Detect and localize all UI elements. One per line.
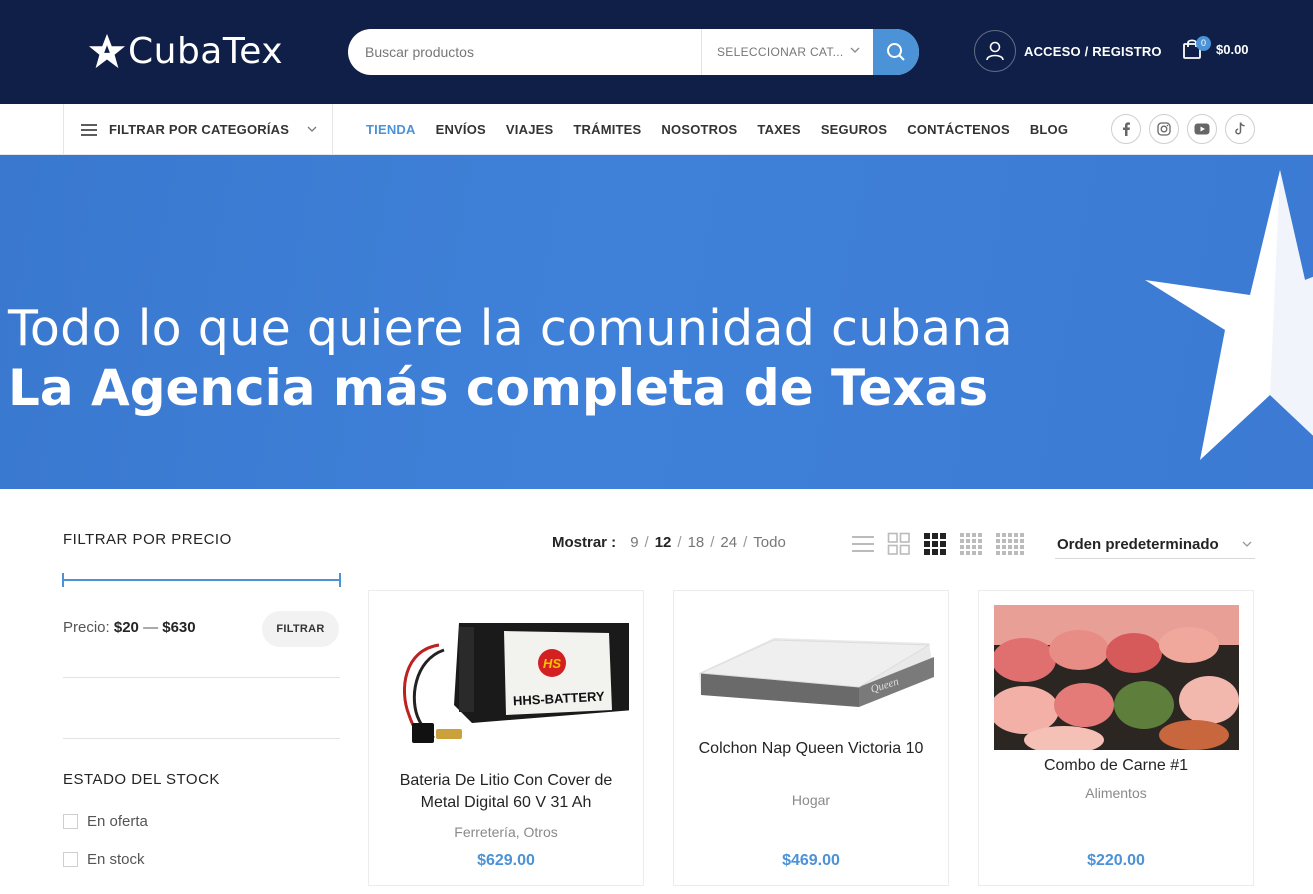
product-image-meat[interactable] xyxy=(994,605,1239,750)
per-page-9[interactable]: 9 xyxy=(630,534,638,551)
checkbox[interactable] xyxy=(63,852,78,867)
hamburger-icon xyxy=(81,123,97,136)
product-card[interactable]: HS HHS-BATTERY Bateria De Litio Con Cove… xyxy=(368,590,644,886)
account-link[interactable]: ACCESO / REGISTRO xyxy=(974,30,1162,72)
stock-option-en-stock[interactable]: En stock xyxy=(63,851,145,868)
product-card[interactable]: Queen Colchon Nap Queen Victoria 10 Hoga… xyxy=(673,590,949,886)
nav-item-contactenos[interactable]: CONTÁCTENOS xyxy=(907,122,1010,137)
hero-banner: Todo lo que quiere la comunidad cubana L… xyxy=(0,155,1313,489)
hero-line-2: La Agencia más completa de Texas xyxy=(8,359,989,417)
separator: / xyxy=(644,534,649,551)
grid-2-icon[interactable] xyxy=(887,532,911,556)
hero-line-1: Todo lo que quiere la comunidad cubana xyxy=(8,300,1014,357)
cart-link[interactable]: 0 $0.00 xyxy=(1182,36,1249,60)
filter-button[interactable]: FILTRAR xyxy=(262,611,339,647)
separator: / xyxy=(710,534,715,551)
main-navbar: FILTRAR POR CATEGORÍAS TIENDA ENVÍOS VIA… xyxy=(0,104,1313,155)
price-filter-title: FILTRAR POR PRECIO xyxy=(63,531,232,548)
facebook-icon[interactable] xyxy=(1111,114,1141,144)
price-max-handle[interactable] xyxy=(339,573,341,587)
nav-item-blog[interactable]: BLOG xyxy=(1030,122,1068,137)
price-range-text: Precio: $20 — $630 xyxy=(63,619,196,636)
search-icon xyxy=(887,43,905,61)
per-page-18[interactable]: 18 xyxy=(688,534,705,551)
site-header: CubaTex SELECCIONAR CAT... ACCESO / REGI… xyxy=(0,0,1313,104)
main-menu: TIENDA ENVÍOS VIAJES TRÁMITES NOSOTROS T… xyxy=(366,104,1088,155)
stock-filter-title: ESTADO DEL STOCK xyxy=(63,771,220,788)
product-name[interactable]: Bateria De Litio Con Cover de Metal Digi… xyxy=(369,770,643,814)
price-max: $630 xyxy=(162,619,196,636)
nav-item-taxes[interactable]: TAXES xyxy=(757,122,800,137)
social-links xyxy=(1111,114,1263,144)
product-category[interactable]: Alimentos xyxy=(979,785,1253,801)
product-price: $220.00 xyxy=(1087,852,1145,869)
account-label: ACCESO / REGISTRO xyxy=(1024,43,1162,59)
search-button[interactable] xyxy=(873,29,919,75)
product-name[interactable]: Colchon Nap Queen Victoria 10 xyxy=(674,738,948,760)
price-min: $20 xyxy=(113,619,139,636)
chevron-down-icon xyxy=(850,47,860,53)
per-page-selector: Mostrar : 9 / 12 / 18 / 24 / Todo xyxy=(552,534,792,551)
divider xyxy=(63,677,340,678)
grid-view-switcher xyxy=(851,532,1037,556)
search-bar: SELECCIONAR CAT... xyxy=(348,29,919,75)
search-input[interactable] xyxy=(348,29,701,75)
category-select-label: SELECCIONAR CAT... xyxy=(717,45,844,59)
youtube-icon[interactable] xyxy=(1187,114,1217,144)
per-page-12[interactable]: 12 xyxy=(655,534,672,551)
product-price: $469.00 xyxy=(782,852,840,869)
sort-label: Orden predeterminado xyxy=(1057,535,1219,553)
battery-logo-text: HS xyxy=(543,656,561,671)
category-filter-dropdown[interactable]: FILTRAR POR CATEGORÍAS xyxy=(63,104,333,155)
per-page-all[interactable]: Todo xyxy=(753,534,786,551)
logo[interactable]: CubaTex xyxy=(88,30,283,72)
product-image-battery[interactable]: HS HHS-BATTERY xyxy=(384,605,629,750)
instagram-icon[interactable] xyxy=(1149,114,1179,144)
price-label: Precio: xyxy=(63,619,110,636)
product-category[interactable]: Ferretería, Otros xyxy=(369,824,643,840)
list-view-icon[interactable] xyxy=(851,532,875,556)
logo-text: CubaTex xyxy=(128,30,284,72)
separator: / xyxy=(677,534,682,551)
product-name[interactable]: Combo de Carne #1 xyxy=(979,755,1253,777)
per-page-24[interactable]: 24 xyxy=(720,534,737,551)
grid-5-icon[interactable] xyxy=(995,532,1025,556)
chevron-down-icon xyxy=(1242,541,1252,547)
grid-4-icon[interactable] xyxy=(959,532,983,556)
category-select[interactable]: SELECCIONAR CAT... xyxy=(701,29,873,75)
nav-item-tramites[interactable]: TRÁMITES xyxy=(573,122,641,137)
nav-item-nosotros[interactable]: NOSOTROS xyxy=(661,122,737,137)
stock-option-label: En oferta xyxy=(87,813,148,830)
product-price: $629.00 xyxy=(477,852,535,869)
product-image-mattress[interactable]: Queen xyxy=(689,605,934,750)
stock-option-label: En stock xyxy=(87,851,145,868)
cart-total: $0.00 xyxy=(1216,41,1249,57)
star-icon xyxy=(1145,170,1313,460)
divider xyxy=(63,738,340,739)
grid-3-icon[interactable] xyxy=(923,532,947,556)
nav-item-viajes[interactable]: VIAJES xyxy=(506,122,553,137)
star-icon xyxy=(88,33,126,69)
nav-item-seguros[interactable]: SEGUROS xyxy=(821,122,887,137)
user-icon xyxy=(974,30,1016,72)
price-dash: — xyxy=(143,619,159,636)
product-card[interactable]: Combo de Carne #1 Alimentos $220.00 xyxy=(978,590,1254,886)
price-range-slider[interactable] xyxy=(62,573,341,587)
stock-option-en-oferta[interactable]: En oferta xyxy=(63,813,148,830)
tiktok-icon[interactable] xyxy=(1225,114,1255,144)
show-label: Mostrar : xyxy=(552,534,617,551)
checkbox[interactable] xyxy=(63,814,78,829)
cart-count-badge: 0 xyxy=(1196,36,1211,51)
sort-select[interactable]: Orden predeterminado xyxy=(1055,530,1255,559)
nav-item-envios[interactable]: ENVÍOS xyxy=(436,122,486,137)
price-min-handle[interactable] xyxy=(62,573,64,587)
category-filter-label: FILTRAR POR CATEGORÍAS xyxy=(109,122,290,137)
nav-item-tienda[interactable]: TIENDA xyxy=(366,122,416,137)
separator: / xyxy=(743,534,748,551)
product-category[interactable]: Hogar xyxy=(674,792,948,808)
chevron-down-icon xyxy=(307,126,317,132)
